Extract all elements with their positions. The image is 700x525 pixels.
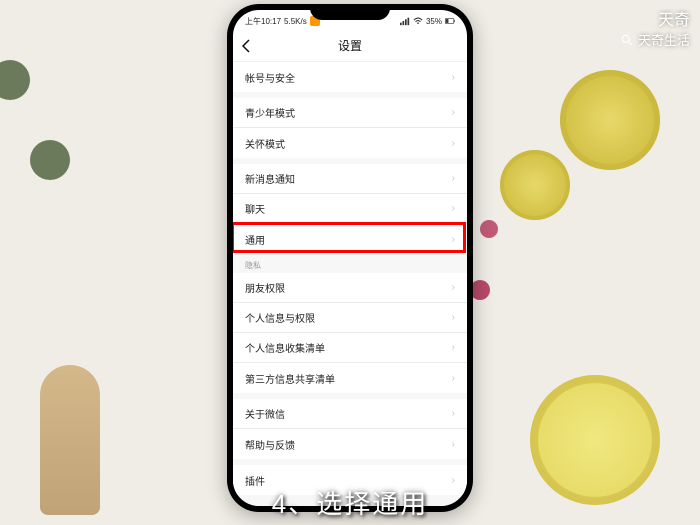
decor-flower [470,280,490,300]
decor-eucalyptus [0,20,110,300]
settings-item-label: 新消息通知 [245,171,295,186]
settings-item[interactable]: 帮助与反馈 › [233,429,467,459]
settings-item-label: 朋友权限 [245,280,285,295]
settings-group: 帐号与安全 › [233,62,467,92]
settings-item-label: 聊天 [245,201,265,216]
settings-group: 青少年模式 › 关怀模式 › [233,98,467,158]
phone-notch [310,4,390,20]
settings-item[interactable]: 朋友权限 › [233,273,467,303]
decor-spoon [40,365,100,515]
navbar: 设置 [233,30,467,62]
status-time: 上午10:17 [245,16,281,27]
page-title: 设置 [338,37,362,54]
chevron-right-icon: › [452,408,455,419]
decor-citrus-slice [500,150,570,220]
settings-item-label: 插件 [245,473,265,488]
settings-item-label: 第三方信息共享清单 [245,371,335,386]
settings-item[interactable]: 帐号与安全 › [233,62,467,92]
chevron-right-icon: › [452,173,455,184]
watermark-line2: 天奇生活 [638,30,690,49]
settings-item[interactable]: 新消息通知 › [233,164,467,194]
decor-flower [480,220,498,238]
status-net-speed: 5.5K/s [284,17,307,26]
back-button[interactable] [241,37,259,55]
settings-list[interactable]: 帐号与安全›青少年模式›关怀模式›新消息通知›聊天›通用›隐私朋友权限›个人信息… [233,62,467,506]
chevron-right-icon: › [452,373,455,384]
chevron-right-icon: › [452,107,455,118]
chevron-right-icon: › [452,312,455,323]
step-caption: 4、选择通用 [272,484,428,521]
settings-item[interactable]: 通用 › [233,224,467,254]
section-label: 隐私 [233,254,467,273]
settings-item-label: 关于微信 [245,406,285,421]
settings-item[interactable]: 青少年模式 › [233,98,467,128]
settings-item[interactable]: 个人信息与权限 › [233,303,467,333]
settings-item[interactable]: 聊天 › [233,194,467,224]
chevron-right-icon: › [452,203,455,214]
settings-item[interactable]: 关怀模式 › [233,128,467,158]
settings-item-label: 帮助与反馈 [245,437,295,452]
settings-item-label: 个人信息与权限 [245,310,315,325]
settings-item-label: 帐号与安全 [245,70,295,85]
chevron-left-icon [241,38,251,54]
settings-group: 新消息通知 › 聊天 › 通用 › [233,164,467,254]
chevron-right-icon: › [452,234,455,245]
settings-item-label: 关怀模式 [245,136,285,151]
chevron-right-icon: › [452,72,455,83]
phone-screen: 上午10:17 5.5K/s 35% 设置 帐号与安全›青少年模式›关怀模式›新… [233,10,467,506]
settings-group: 朋友权限 › 个人信息与权限 › 个人信息收集清单 › 第三方信息共享清单 › [233,273,467,393]
chevron-right-icon: › [452,439,455,450]
settings-item[interactable]: 个人信息收集清单 › [233,333,467,363]
wifi-icon [413,16,423,26]
settings-item-label: 青少年模式 [245,105,295,120]
watermark-magnifier-icon [620,33,634,47]
decor-citrus-slice [560,70,660,170]
chevron-right-icon: › [452,475,455,486]
chevron-right-icon: › [452,138,455,149]
chevron-right-icon: › [452,342,455,353]
signal-icon [400,16,410,26]
settings-item-label: 个人信息收集清单 [245,340,325,355]
watermark: 天奇 天奇生活 [620,6,690,49]
battery-icon [445,16,455,26]
phone-frame: 上午10:17 5.5K/s 35% 设置 帐号与安全›青少年模式›关怀模式›新… [227,4,473,512]
settings-group: 关于微信 › 帮助与反馈 › [233,399,467,459]
decor-citrus-slice [530,375,660,505]
watermark-line1: 天奇 [620,6,690,30]
settings-item[interactable]: 第三方信息共享清单 › [233,363,467,393]
chevron-right-icon: › [452,282,455,293]
settings-item[interactable]: 关于微信 › [233,399,467,429]
battery-percent: 35% [426,17,442,26]
settings-item-label: 通用 [245,232,265,247]
